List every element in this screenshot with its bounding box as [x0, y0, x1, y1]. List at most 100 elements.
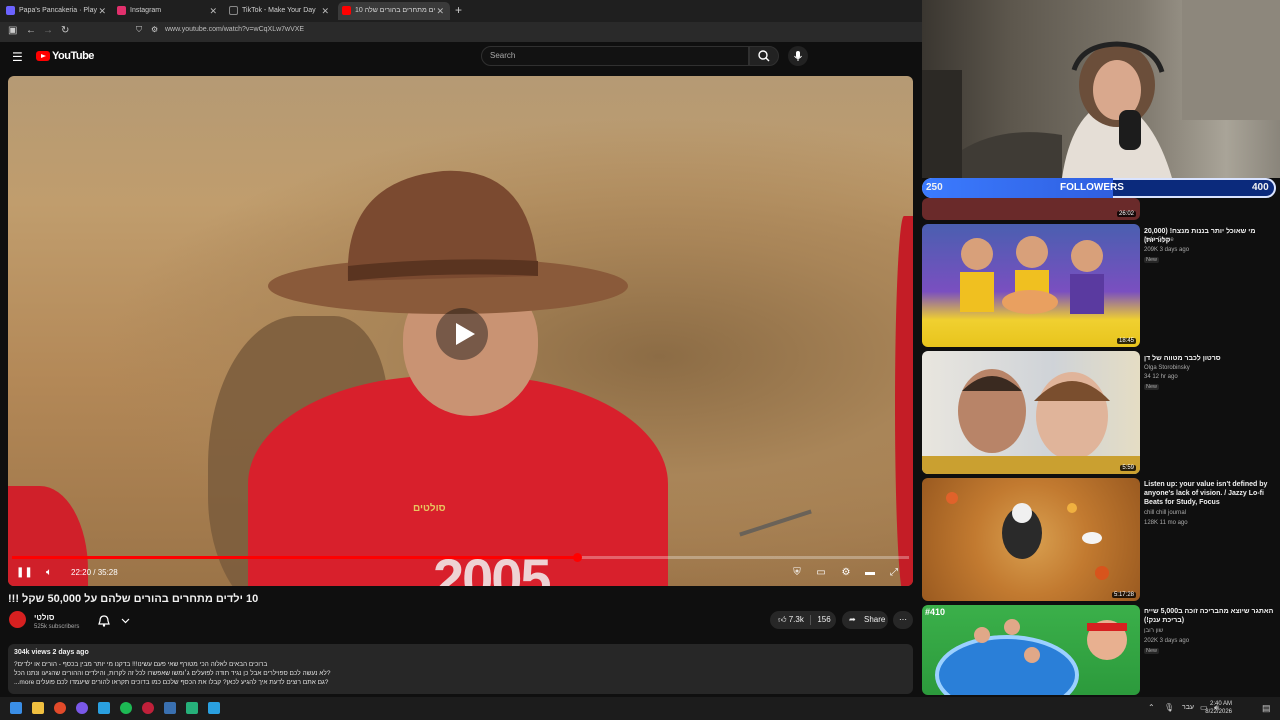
notification-icon[interactable]: ▤ — [1262, 703, 1271, 714]
divider — [810, 615, 811, 625]
dislike-count: 156 — [817, 615, 831, 624]
close-icon[interactable]: ✕ — [209, 2, 217, 20]
recommended-channel[interactable]: שון רובן — [1144, 628, 1163, 634]
description-box[interactable]: 304k views 2 days ago ברוכים הבאים לאלוה… — [8, 644, 913, 694]
more-actions-button[interactable]: ⋯ — [893, 611, 913, 629]
back-icon[interactable]: ← — [26, 25, 36, 36]
close-icon[interactable]: ✕ — [321, 2, 329, 20]
share-button[interactable]: ➦ Share — [842, 611, 888, 629]
url-field[interactable]: www.youtube.com/watch?v=wCqXLw7wVXE — [165, 26, 304, 33]
youtube-logo-icon[interactable] — [36, 51, 50, 61]
tab-tiktok[interactable]: TikTok - Make Your Day ✕ — [225, 2, 335, 20]
recommended-title[interactable]: האתגר שיוצא מהבריכה זוכה ב5,000 שייח (בר… — [1144, 607, 1274, 625]
search-icon — [758, 50, 770, 62]
subscriber-count: 525k subscribers — [34, 624, 80, 630]
sidebar-toggle-icon[interactable]: ▣ — [8, 25, 17, 36]
thumbnail-art — [922, 369, 1140, 474]
hamburger-menu-icon[interactable]: ☰ — [12, 50, 23, 64]
autoplay-shield-icon[interactable]: ⛨ — [790, 566, 804, 580]
microphone-tray-icon[interactable]: 🎙︎ — [1164, 703, 1174, 712]
fullscreen-icon[interactable]: ⤢ — [887, 566, 901, 580]
like-button[interactable]: 👍︎ 7.3k — [774, 611, 808, 629]
tab-youtube-active[interactable]: 10 ילדים מתחרים בהורים שלה ✕ — [338, 2, 450, 20]
tab-instagram[interactable]: Instagram ✕ — [113, 2, 223, 20]
video-duration: 26:02 — [1116, 211, 1136, 217]
channel-name[interactable]: סולטי — [34, 613, 55, 622]
search-input[interactable] — [481, 46, 749, 66]
video-duration: 5:59 — [1120, 465, 1136, 471]
follower-goal-label: FOLLOWERS — [1060, 182, 1124, 193]
thumbs-up-icon: 👍︎ — [778, 615, 787, 624]
description-line: ברוכים הבאים לאלוה הכי מטורף שאי פעם עשי… — [14, 661, 268, 668]
dislike-button[interactable]: 156 — [814, 611, 834, 629]
app-icon[interactable] — [164, 702, 176, 714]
volume-icon[interactable]: 🔈︎ — [42, 566, 56, 580]
recommended-title[interactable]: סרטון לכבר מטווה של דן — [1144, 354, 1274, 363]
app-icon[interactable] — [186, 702, 198, 714]
recommended-channel[interactable]: Olga Storobinsky — [1144, 365, 1190, 371]
video-title: 10 ילדים מתחרים בהורים שלהם על 50,000 שק… — [8, 593, 259, 605]
game-icon — [6, 6, 15, 15]
system-clock[interactable]: 2:40 AM 8/22/2026 — [1205, 700, 1232, 716]
shield-icon[interactable]: ⛉ — [136, 25, 142, 35]
close-icon[interactable]: ✕ — [98, 2, 106, 20]
search-button[interactable] — [749, 46, 779, 66]
video-progress-fill — [12, 556, 578, 559]
forward-icon[interactable]: → — [43, 25, 53, 36]
settings-gear-icon[interactable]: ⚙ — [839, 566, 853, 580]
recommended-channel[interactable]: chill chill journal — [1144, 510, 1186, 516]
video-duration: 5:17:28 — [1111, 592, 1136, 598]
spotify-icon[interactable] — [120, 702, 132, 714]
messenger-icon[interactable] — [76, 702, 88, 714]
webcam-figure — [922, 0, 1280, 178]
recommended-views: 34 12 hr ago — [1144, 374, 1178, 380]
new-badge: New — [1144, 257, 1160, 263]
new-badge: New — [1144, 384, 1160, 390]
video-progress-bar[interactable] — [12, 553, 909, 562]
episode-overlay: #410 — [925, 607, 946, 617]
video-player[interactable]: סולטים 2005 ❚❚ 🔈︎ 22:20 / 35:28 ⛨ ▭ ⚙ ▬ … — [8, 76, 913, 586]
recommended-thumbnail[interactable]: 5:17:28 — [922, 478, 1140, 601]
pause-icon[interactable]: ❚❚ — [16, 566, 33, 580]
more-dots-icon: ⋯ — [899, 615, 907, 624]
new-badge: New — [1144, 648, 1160, 654]
site-settings-icon[interactable]: ⚙ — [151, 25, 158, 34]
theater-mode-icon[interactable]: ▬ — [863, 566, 877, 580]
microphone-icon — [794, 51, 802, 61]
recommended-thumbnail[interactable]: 18:45 — [922, 224, 1140, 347]
new-tab-icon[interactable]: + — [455, 3, 462, 17]
channel-avatar[interactable] — [9, 611, 26, 628]
voice-search-button[interactable] — [788, 46, 808, 66]
youtube-wordmark[interactable]: YouTube — [52, 50, 94, 62]
telegram-icon[interactable] — [98, 702, 110, 714]
recommended-thumbnail[interactable]: 5:59 — [922, 351, 1140, 474]
play-overlay-button[interactable] — [436, 308, 488, 360]
browser-icon[interactable] — [54, 702, 66, 714]
windows-start-icon[interactable] — [10, 702, 22, 714]
description-line-more[interactable]: ...more גם אתם רוצים לדעת איך להגיע לכאן… — [14, 679, 328, 686]
file-explorer-icon[interactable] — [32, 702, 44, 714]
thumbnail-art — [946, 492, 1109, 580]
video-duration: 18:45 — [1116, 338, 1136, 344]
follower-count-current: 250 — [926, 182, 943, 193]
subscription-bell-button[interactable] — [94, 612, 137, 630]
close-icon[interactable]: ✕ — [436, 2, 444, 20]
view-count-and-date: 304k views 2 days ago — [14, 649, 89, 656]
language-indicator[interactable]: עבר — [1182, 704, 1194, 711]
recommended-thumbnail[interactable]: 26:02 — [922, 198, 1140, 220]
tab-papas-pancakeria[interactable]: Papa's Pancakeria · Play ✕ — [2, 2, 112, 20]
telegram-icon[interactable] — [208, 702, 220, 714]
browser-tab-bar: Papa's Pancakeria · Play ✕ Instagram ✕ T… — [0, 0, 932, 22]
instagram-icon — [117, 6, 126, 15]
youtube-icon — [342, 6, 351, 15]
tab-label: Papa's Pancakeria · Play — [19, 7, 97, 14]
recommended-thumbnail[interactable]: #410 — [922, 605, 1140, 695]
recommended-title[interactable]: Listen up: your value isn't defined by a… — [1144, 480, 1274, 507]
app-icon[interactable] — [142, 702, 154, 714]
chevron-up-icon[interactable]: ⌃ — [1148, 703, 1155, 712]
recommended-channel[interactable]: Inde Game — [1144, 237, 1174, 243]
subtitles-icon[interactable]: ▭ — [814, 566, 828, 580]
video-controls: ❚❚ 🔈︎ 22:20 / 35:28 ⛨ ▭ ⚙ ▬ ⤢ — [8, 562, 913, 586]
reload-icon[interactable]: ↻ — [61, 25, 69, 36]
like-dislike-group: 👍︎ 7.3k 156 — [770, 611, 836, 629]
